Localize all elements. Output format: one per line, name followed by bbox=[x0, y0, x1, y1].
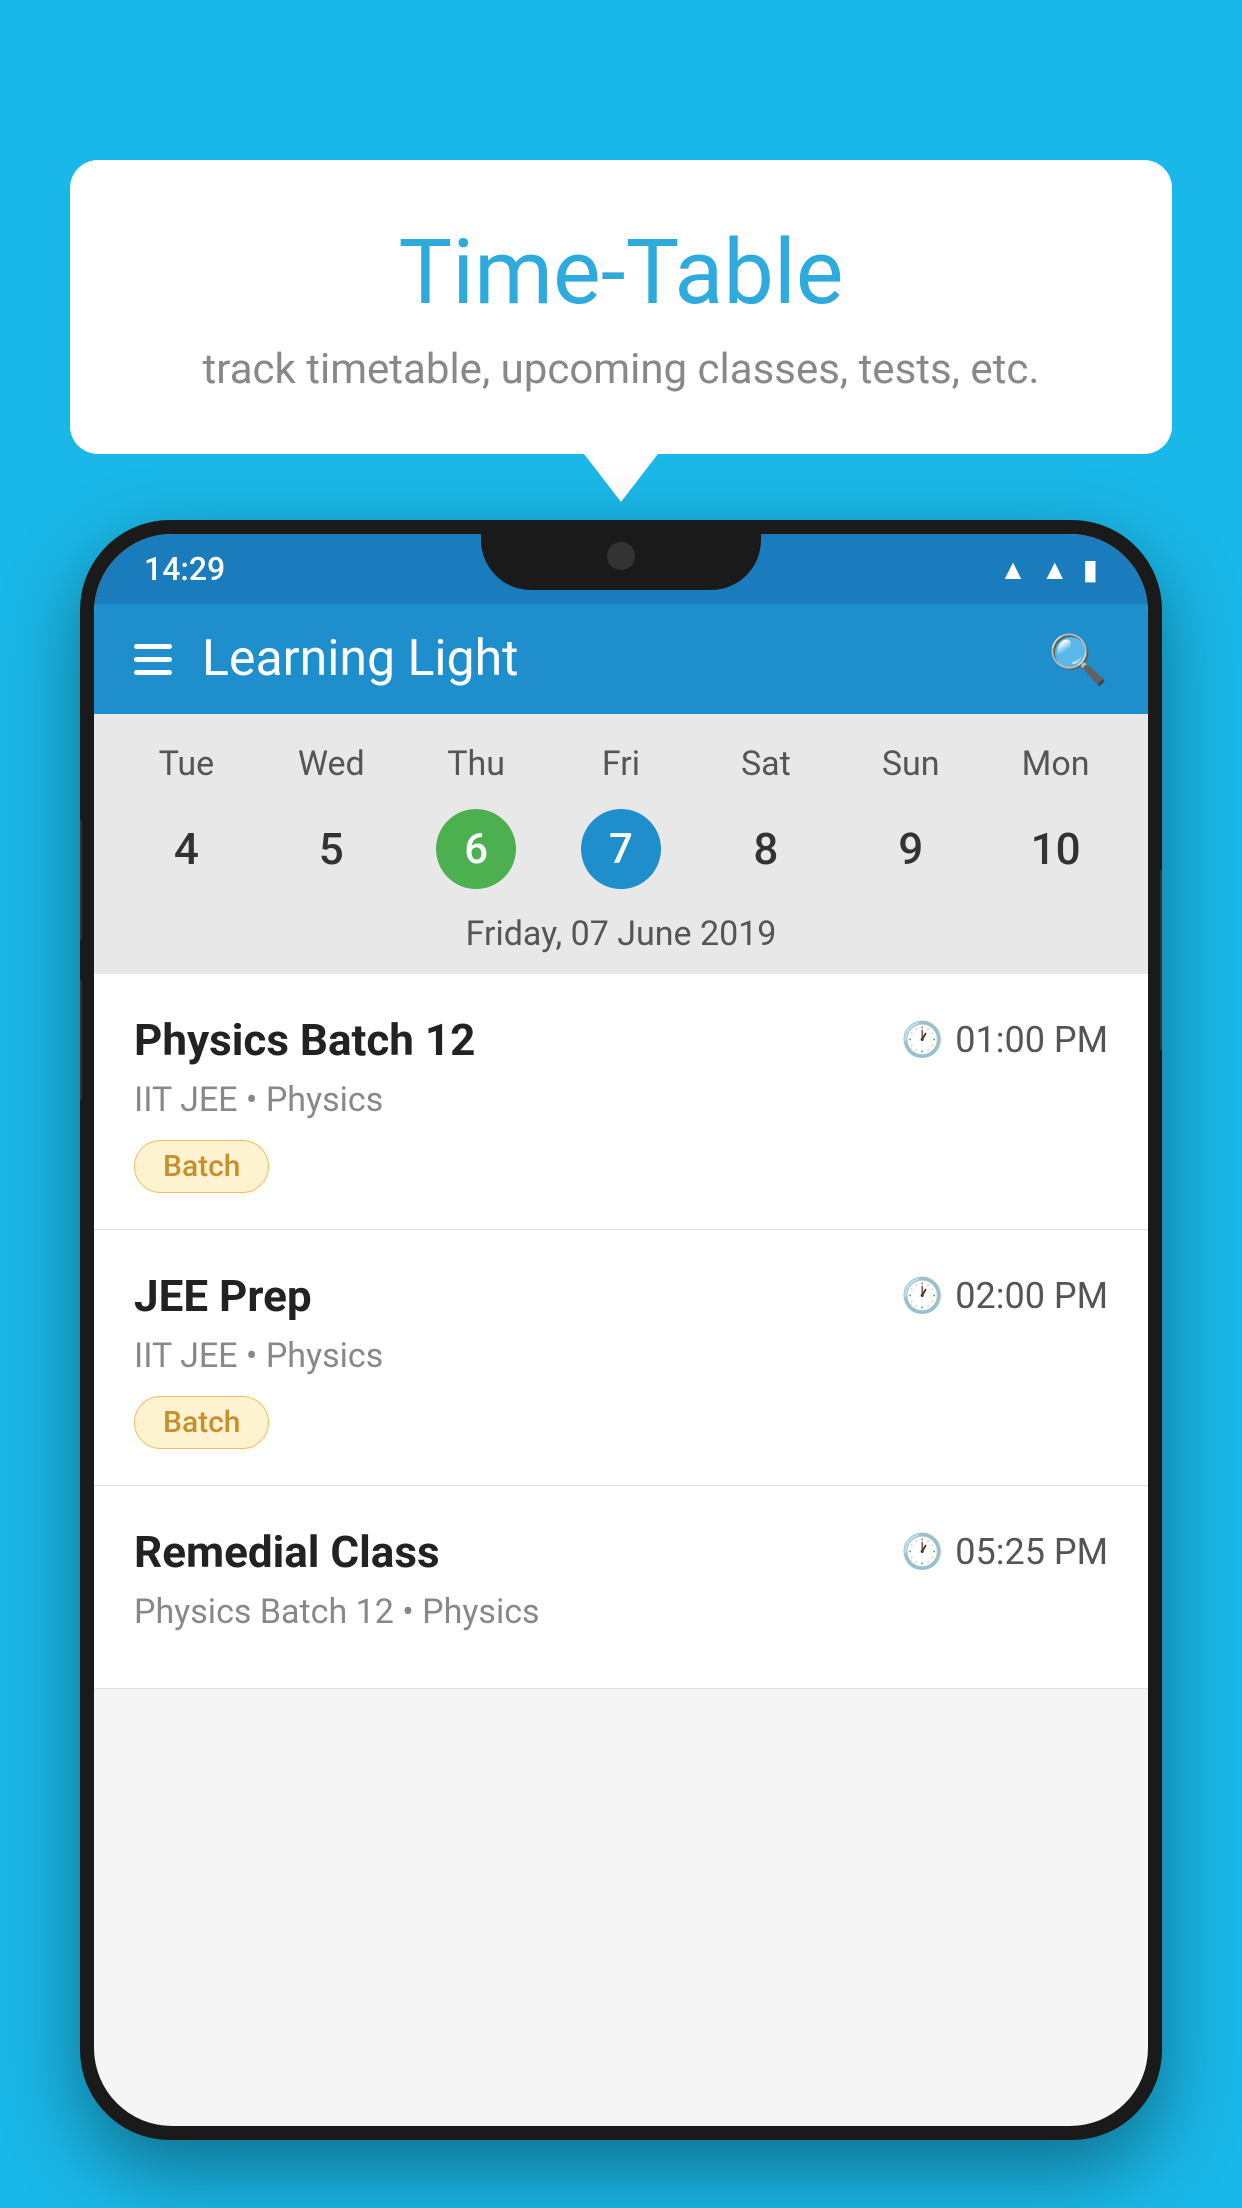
schedule-item-1-header: Physics Batch 12 🕐 01:00 PM bbox=[134, 1014, 1108, 1066]
camera bbox=[607, 542, 635, 570]
schedule-item-2-badge: Batch bbox=[134, 1396, 269, 1449]
date-10[interactable]: 10 bbox=[983, 804, 1128, 894]
schedule-item-3-time-text: 05:25 PM bbox=[955, 1531, 1108, 1573]
day-numbers: 4 5 6 7 8 9 10 bbox=[94, 794, 1148, 904]
day-fri: Fri bbox=[549, 744, 694, 784]
speech-bubble: Time-Table track timetable, upcoming cla… bbox=[70, 160, 1172, 454]
schedule-item-2-sub: IIT JEE • Physics bbox=[134, 1336, 1108, 1376]
wifi-icon: ▲ bbox=[999, 553, 1027, 586]
schedule-item-1[interactable]: Physics Batch 12 🕐 01:00 PM IIT JEE • Ph… bbox=[94, 974, 1148, 1230]
day-tue: Tue bbox=[114, 744, 259, 784]
phone-outer: 14:29 ▲ ▲ ▮ Learning Light 🔍 bbox=[80, 520, 1162, 2140]
app-bar: Learning Light 🔍 bbox=[94, 604, 1148, 714]
battery-icon: ▮ bbox=[1083, 553, 1098, 586]
schedule-item-1-title: Physics Batch 12 bbox=[134, 1014, 475, 1066]
day-wed: Wed bbox=[259, 744, 404, 784]
schedule-item-3-sub: Physics Batch 12 • Physics bbox=[134, 1592, 1108, 1632]
vol-down-button bbox=[80, 980, 82, 1100]
schedule-item-2[interactable]: JEE Prep 🕐 02:00 PM IIT JEE • Physics Ba… bbox=[94, 1230, 1148, 1486]
date-9[interactable]: 9 bbox=[838, 804, 983, 894]
schedule-item-3[interactable]: Remedial Class 🕐 05:25 PM Physics Batch … bbox=[94, 1486, 1148, 1689]
day-headers: Tue Wed Thu Fri Sat Sun Mon bbox=[94, 734, 1148, 794]
bubble-subtitle: track timetable, upcoming classes, tests… bbox=[150, 345, 1092, 394]
clock-icon-2: 🕐 bbox=[901, 1276, 943, 1316]
app-title: Learning Light bbox=[202, 630, 519, 688]
calendar-section: Tue Wed Thu Fri Sat Sun Mon 4 5 6 7 8 9 … bbox=[94, 714, 1148, 974]
date-6-today[interactable]: 6 bbox=[436, 809, 516, 889]
schedule-item-1-time: 🕐 01:00 PM bbox=[901, 1019, 1108, 1061]
date-8[interactable]: 8 bbox=[693, 804, 838, 894]
day-sun: Sun bbox=[838, 744, 983, 784]
schedule-item-1-sub: IIT JEE • Physics bbox=[134, 1080, 1108, 1120]
clock-icon-3: 🕐 bbox=[901, 1532, 943, 1572]
status-time: 14:29 bbox=[144, 550, 225, 588]
schedule-item-3-title: Remedial Class bbox=[134, 1526, 440, 1578]
schedule-list: Physics Batch 12 🕐 01:00 PM IIT JEE • Ph… bbox=[94, 974, 1148, 1689]
clock-icon-1: 🕐 bbox=[901, 1020, 943, 1060]
schedule-item-2-time: 🕐 02:00 PM bbox=[901, 1275, 1108, 1317]
schedule-item-2-title: JEE Prep bbox=[134, 1270, 312, 1322]
app-bar-left: Learning Light bbox=[134, 630, 519, 688]
schedule-item-2-header: JEE Prep 🕐 02:00 PM bbox=[134, 1270, 1108, 1322]
vol-up-button bbox=[80, 820, 82, 940]
day-thu: Thu bbox=[404, 744, 549, 784]
status-icons: ▲ ▲ ▮ bbox=[999, 553, 1098, 586]
schedule-item-1-time-text: 01:00 PM bbox=[955, 1019, 1108, 1061]
menu-button[interactable] bbox=[134, 644, 172, 675]
date-4[interactable]: 4 bbox=[114, 804, 259, 894]
schedule-item-3-time: 🕐 05:25 PM bbox=[901, 1531, 1108, 1573]
phone-notch bbox=[481, 520, 761, 590]
search-button[interactable]: 🔍 bbox=[1048, 631, 1108, 688]
power-button bbox=[1160, 870, 1162, 1050]
date-5[interactable]: 5 bbox=[259, 804, 404, 894]
selected-date-label: Friday, 07 June 2019 bbox=[94, 904, 1148, 974]
signal-icon: ▲ bbox=[1041, 553, 1069, 586]
schedule-item-1-badge: Batch bbox=[134, 1140, 269, 1193]
day-mon: Mon bbox=[983, 744, 1128, 784]
schedule-item-2-time-text: 02:00 PM bbox=[955, 1275, 1108, 1317]
day-sat: Sat bbox=[693, 744, 838, 784]
schedule-item-3-header: Remedial Class 🕐 05:25 PM bbox=[134, 1526, 1108, 1578]
bubble-title: Time-Table bbox=[150, 220, 1092, 325]
phone-screen: 14:29 ▲ ▲ ▮ Learning Light 🔍 bbox=[94, 534, 1148, 2126]
phone-mockup: 14:29 ▲ ▲ ▮ Learning Light 🔍 bbox=[80, 520, 1162, 2208]
date-7-selected[interactable]: 7 bbox=[581, 809, 661, 889]
